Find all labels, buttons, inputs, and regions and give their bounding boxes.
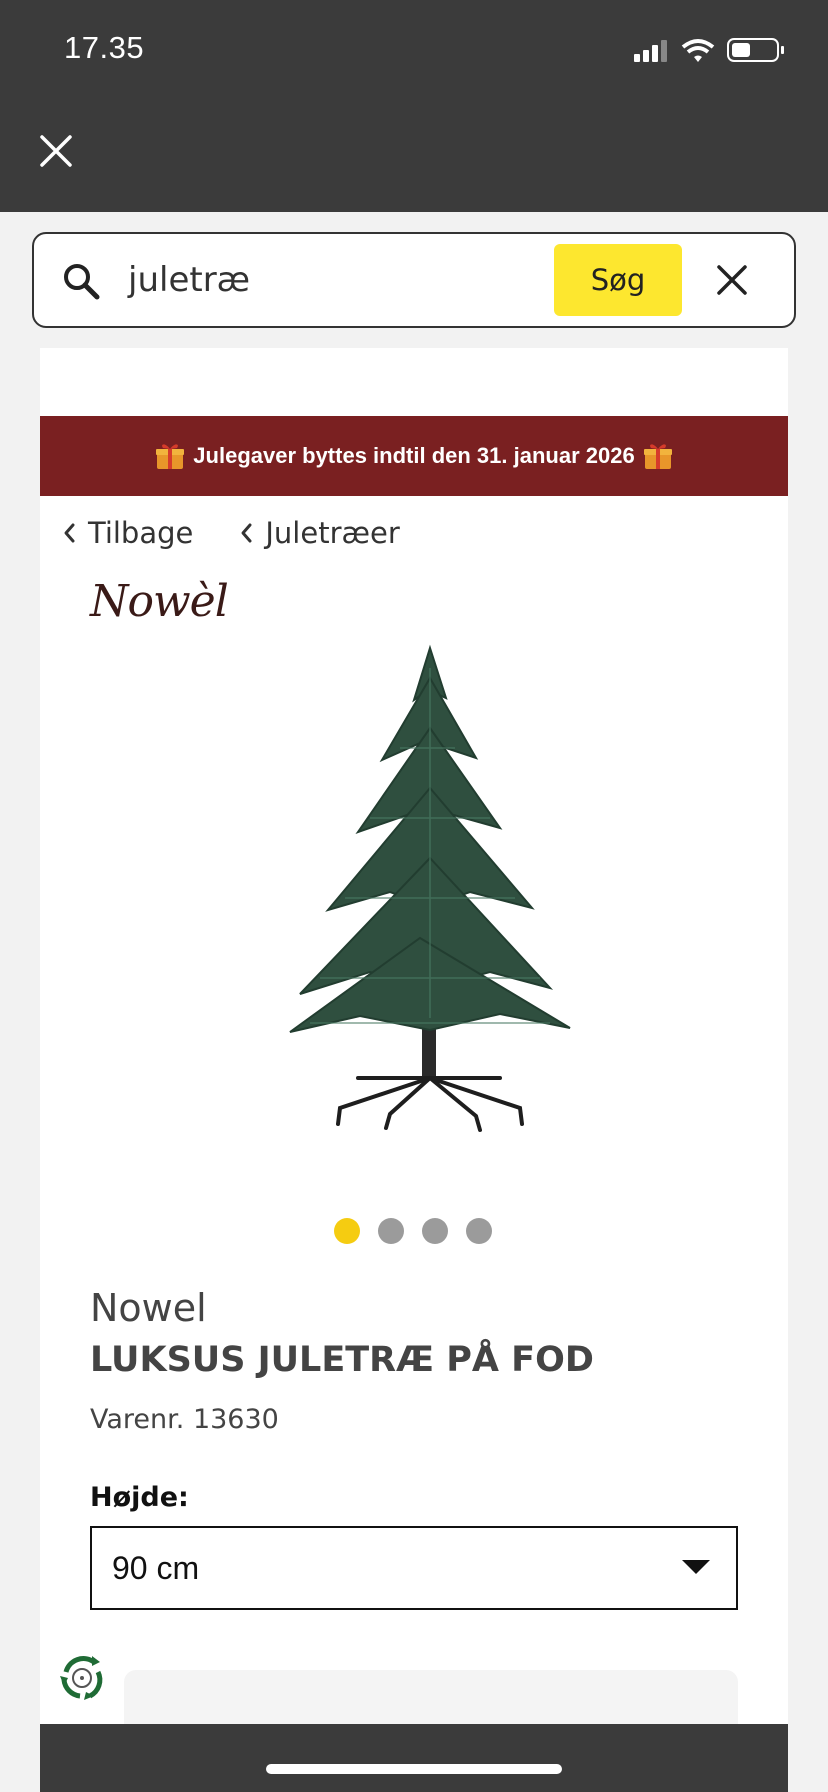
product-sku: Varenr. 13630	[90, 1404, 279, 1435]
image-carousel-dots	[334, 1218, 510, 1244]
recycle-icon[interactable]	[54, 1650, 110, 1706]
chevron-left-icon	[64, 523, 75, 543]
battery-icon	[727, 38, 784, 62]
height-select[interactable]: 90 cm	[90, 1526, 738, 1610]
product-page: Julegaver byttes indtil den 31. januar 2…	[40, 348, 788, 1792]
promo-banner-text: Julegaver byttes indtil den 31. januar 2…	[193, 443, 635, 468]
caret-down-icon	[682, 1560, 710, 1574]
status-time: 17.35	[64, 30, 145, 65]
carousel-dot[interactable]	[334, 1218, 360, 1244]
brand-logo-text: Nowèl	[90, 576, 229, 627]
search-button[interactable]: Søg	[554, 244, 682, 316]
product-title: LUKSUS JULETRÆ PÅ FOD	[90, 1340, 594, 1380]
breadcrumb-back-label: Tilbage	[88, 516, 194, 550]
promo-banner: Julegaver byttes indtil den 31. januar 2…	[40, 416, 788, 496]
bottom-bar	[40, 1724, 788, 1792]
search-icon	[64, 264, 100, 300]
status-icons	[634, 38, 784, 62]
breadcrumb-back[interactable]: Tilbage	[62, 516, 193, 550]
breadcrumb: Tilbage Juletræer	[62, 516, 446, 550]
height-select-value: 90 cm	[112, 1550, 200, 1586]
close-icon[interactable]	[38, 133, 74, 169]
height-label: Højde:	[90, 1482, 189, 1513]
carousel-dot[interactable]	[422, 1218, 448, 1244]
brand-logo[interactable]: Nowèl	[90, 576, 229, 627]
home-indicator[interactable]	[266, 1764, 562, 1774]
carousel-dot[interactable]	[378, 1218, 404, 1244]
signal-icon	[634, 40, 667, 62]
wifi-icon	[681, 39, 715, 62]
gift-icon	[156, 444, 185, 469]
breadcrumb-category[interactable]: Juletræer	[239, 516, 400, 550]
breadcrumb-category-label: Juletræer	[265, 516, 400, 550]
clear-search-icon[interactable]	[714, 262, 750, 298]
top-bar: 17.35	[0, 0, 828, 212]
gift-icon	[643, 444, 672, 469]
carousel-dot[interactable]	[466, 1218, 492, 1244]
search-bar: juletræ Søg	[32, 232, 796, 328]
product-brand[interactable]: Nowel	[90, 1286, 207, 1330]
product-image[interactable]	[250, 638, 610, 1158]
chevron-left-icon	[241, 523, 252, 543]
search-input[interactable]: juletræ	[128, 260, 250, 300]
